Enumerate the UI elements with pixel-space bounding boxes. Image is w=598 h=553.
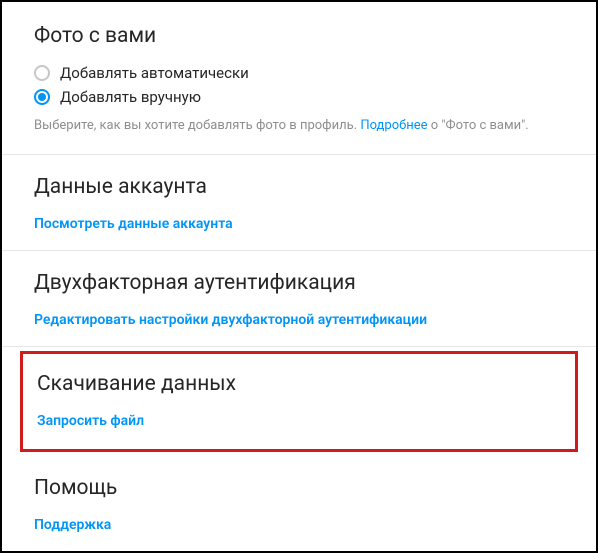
radio-add-automatically[interactable]: Добавлять автоматически [34, 64, 564, 82]
highlight-box: Скачивание данных Запросить файл [20, 351, 578, 452]
photos-hint: Выберите, как вы хотите добавлять фото в… [34, 116, 564, 136]
photos-title: Фото с вами [34, 24, 564, 48]
section-help: Помощь Поддержка [2, 456, 596, 551]
radio-icon [34, 65, 50, 81]
edit-twofa-link[interactable]: Редактировать настройки двухфакторной ау… [34, 312, 427, 328]
support-link[interactable]: Поддержка [34, 517, 111, 533]
hint-prefix: Выберите, как вы хотите добавлять фото в… [34, 118, 360, 133]
twofa-title: Двухфакторная аутентификация [34, 271, 564, 295]
learn-more-link[interactable]: Подробнее [360, 118, 427, 133]
account-title: Данные аккаунта [34, 175, 564, 199]
radio-label-auto: Добавлять автоматически [60, 64, 249, 82]
help-title: Помощь [34, 476, 564, 500]
section-photos-of-you: Фото с вами Добавлять автоматически Доба… [2, 2, 596, 155]
hint-suffix: о "Фото с вами". [428, 118, 529, 133]
download-title: Скачивание данных [37, 372, 561, 396]
section-account-data: Данные аккаунта Посмотреть данные аккаун… [2, 155, 596, 251]
section-two-factor-auth: Двухфакторная аутентификация Редактирова… [2, 251, 596, 347]
radio-label-manual: Добавлять вручную [60, 88, 201, 106]
request-file-link[interactable]: Запросить файл [37, 413, 144, 429]
view-account-data-link[interactable]: Посмотреть данные аккаунта [34, 216, 233, 232]
radio-add-manually[interactable]: Добавлять вручную [34, 88, 564, 106]
section-data-download: Скачивание данных Запросить файл [23, 354, 575, 449]
radio-icon [34, 89, 50, 105]
